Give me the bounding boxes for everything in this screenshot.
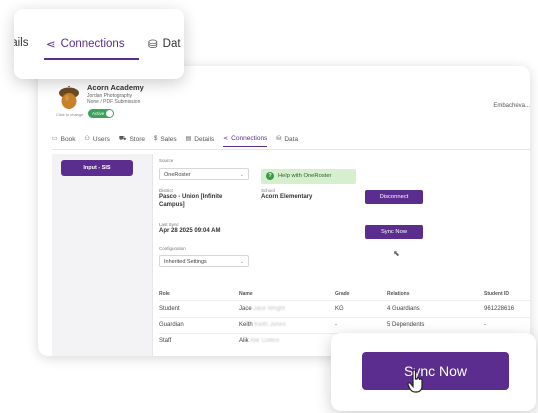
click-to-change-hint: Click to change — [56, 112, 84, 117]
tab-connections-zoomed[interactable]: ⋖ Connections — [46, 37, 125, 51]
users-icon: ⚇ — [84, 136, 90, 142]
database-icon: ⛁ — [276, 136, 282, 142]
app-window: Acorn Academy Jordan Photography None / … — [38, 66, 530, 356]
sync-now-button[interactable]: Sync Now — [365, 225, 423, 239]
book-icon: ▭ — [52, 136, 58, 142]
school-subtitle: Jordan Photography None / PDF Submission — [87, 93, 141, 105]
acorn-logo — [59, 86, 79, 109]
sync-now-button-zoomed[interactable]: Sync Now — [362, 352, 509, 390]
details-icon: ▤ — [185, 136, 192, 142]
help-oneroster-button[interactable]: ? Help with OneRoster — [261, 169, 356, 184]
tab-details[interactable]: ▤ Details — [186, 135, 215, 147]
help-icon: ? — [266, 172, 274, 180]
pointer-cursor-icon: ⬉ — [393, 249, 400, 258]
chevron-down-icon: ⌄ — [239, 172, 244, 178]
source-select[interactable]: OneRoster ⌄ — [159, 168, 249, 180]
tab-store[interactable]: ⛟ Store — [119, 135, 145, 147]
integration-sidebar: Input - SIS — [52, 154, 153, 356]
zoomed-sync-callout: Sync Now — [331, 333, 536, 411]
table-divider — [159, 300, 530, 301]
hand-cursor-icon — [407, 369, 423, 393]
tab-users[interactable]: ⚇ Users — [85, 135, 110, 147]
last-sync-label: Last Sync — [159, 222, 179, 227]
disconnect-button[interactable]: Disconnect — [365, 190, 423, 204]
tab-sales[interactable]: $ Sales — [154, 135, 177, 147]
share-icon: ⋖ — [46, 39, 56, 51]
tab-book[interactable]: ▭ Book — [52, 135, 76, 147]
chevron-down-icon: ⌄ — [239, 259, 244, 265]
database-icon: ⛁ — [148, 39, 158, 51]
school-label: School — [261, 188, 275, 193]
tab-divider — [52, 149, 530, 150]
user-name[interactable]: Embacheva... — [493, 103, 530, 109]
tab-connections[interactable]: ⋖ Connections — [223, 135, 268, 147]
tab-data[interactable]: ⛁ Data — [276, 135, 298, 147]
active-toggle[interactable]: Active — [88, 109, 114, 118]
configuration-select[interactable]: Inherited Settings ⌄ — [159, 255, 249, 267]
district-label: District — [159, 188, 173, 193]
source-label: Source — [159, 158, 174, 163]
input-sis-button[interactable]: Input - SIS — [61, 160, 133, 176]
zoomed-tabs-callout: tails ⋖Connections ⛁Dat — [14, 9, 184, 79]
share-icon: ⋖ — [223, 135, 229, 142]
district-value: Pasco - Union [Infinite Campus] — [159, 194, 223, 208]
active-tab-underline — [44, 58, 139, 60]
table-divider — [159, 317, 530, 318]
school-value: Acorn Elementary — [261, 194, 313, 200]
school-name: Acorn Academy — [87, 83, 144, 92]
dollar-icon: $ — [153, 136, 158, 142]
cart-icon: ⛟ — [118, 136, 127, 142]
tab-data-zoomed[interactable]: ⛁ Dat — [148, 37, 181, 51]
tab-bar: ▭ Book ⚇ Users ⛟ Store $ Sales ▤ Details ⋖ Con… — [52, 135, 298, 147]
configuration-label: Configuration — [159, 246, 186, 251]
tab-details-zoomed[interactable]: tails — [14, 37, 28, 49]
last-sync-value: Apr 28 2025 09:04 AM — [159, 228, 221, 234]
connection-panel: Source OneRoster ⌄ ? Help with OneRoster D… — [159, 154, 530, 356]
